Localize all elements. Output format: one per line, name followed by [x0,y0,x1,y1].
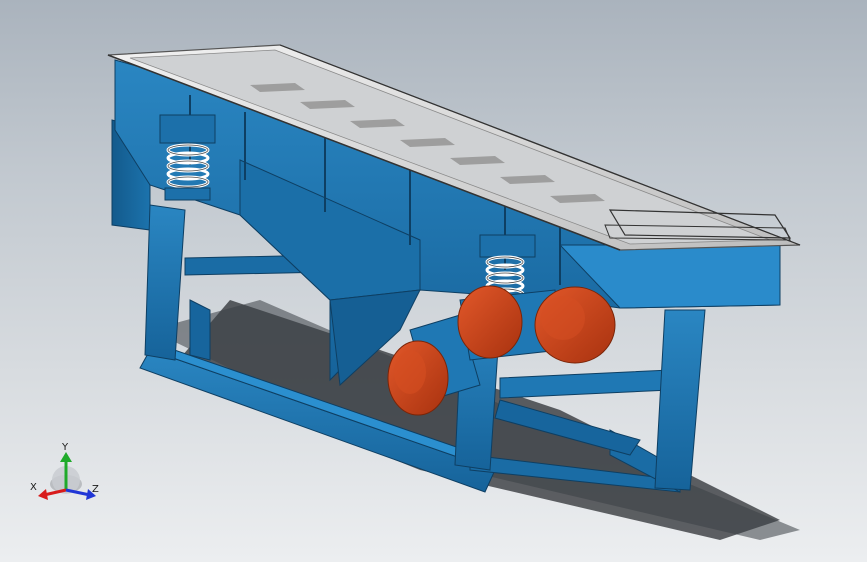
y-axis-label: Y [61,442,69,453]
coordinate-triad: Y X Z [30,442,99,500]
vibrating-screen-model[interactable] [0,0,867,562]
x-axis-arrow [38,488,67,500]
vibration-motor-right[interactable] [457,285,616,364]
x-axis-label: X [30,482,37,493]
z-axis-label: Z [92,484,99,495]
cad-viewport[interactable]: Y X Z [0,0,867,562]
